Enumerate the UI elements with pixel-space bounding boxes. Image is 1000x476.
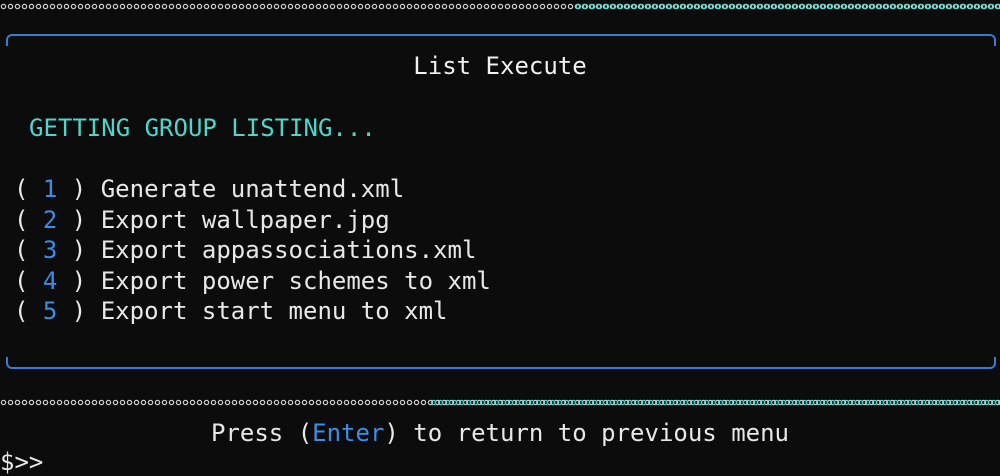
menu-list: ( 1 ) Generate unattend.xml ( 2 ) Export… xyxy=(14,174,491,327)
menu-item-2[interactable]: ( 2 ) Export wallpaper.jpg xyxy=(14,205,491,236)
top-separator-teal-segment xyxy=(575,0,1000,14)
menu-item-label: Export appassociations.xml xyxy=(100,236,477,264)
footer-suffix: ) to return to previous menu xyxy=(384,419,789,447)
menu-item-number: 2 xyxy=(42,205,58,234)
page-title: List Execute xyxy=(413,52,587,80)
menu-item-number: 3 xyxy=(42,236,58,264)
bottom-dotted-separator xyxy=(0,396,1000,410)
menu-item-label: Export power schemes to xml xyxy=(100,266,491,295)
footer-instruction: Press (Enter) to return to previous menu xyxy=(0,419,1000,447)
command-prompt[interactable]: $>> xyxy=(0,448,43,476)
menu-item-1[interactable]: ( 1 ) Generate unattend.xml xyxy=(14,174,491,205)
menu-item-5[interactable]: ( 5 ) Export start menu to xml xyxy=(14,296,491,327)
frame-top-border xyxy=(6,34,996,46)
menu-item-4[interactable]: ( 4 ) Export power schemes to xml xyxy=(14,266,491,297)
menu-item-label: Export start menu to xml xyxy=(100,297,448,325)
enter-key-hint[interactable]: Enter xyxy=(312,419,384,447)
status-text: GETTING GROUP LISTING... xyxy=(29,114,376,142)
menu-item-label: Export wallpaper.jpg xyxy=(100,205,390,234)
top-dotted-separator xyxy=(0,0,1000,14)
menu-item-label: Generate unattend.xml xyxy=(100,175,405,203)
frame-bottom-border xyxy=(6,357,996,369)
bottom-separator-teal-segment xyxy=(430,396,1000,410)
menu-item-3[interactable]: ( 3 ) Export appassociations.xml xyxy=(14,235,491,266)
footer-prefix: Press ( xyxy=(211,419,313,447)
menu-item-number: 1 xyxy=(42,175,58,203)
menu-item-number: 4 xyxy=(42,266,58,295)
menu-item-number: 5 xyxy=(42,297,58,325)
